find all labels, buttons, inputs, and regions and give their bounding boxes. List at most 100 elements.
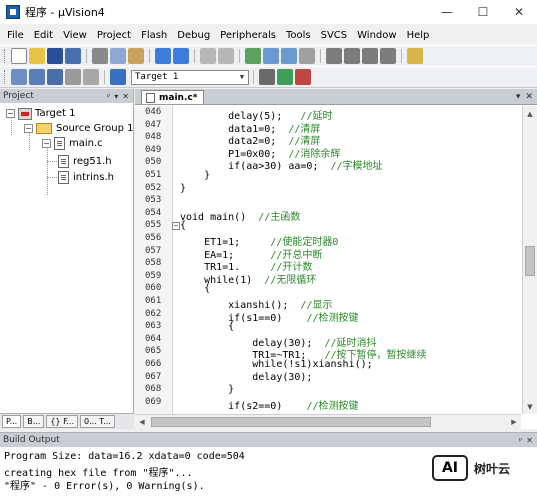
batch-build-icon[interactable] xyxy=(65,69,81,85)
tab-templates[interactable]: 0... T... xyxy=(80,415,115,428)
collapse-icon[interactable]: − xyxy=(6,109,15,118)
tree-item-source-group[interactable]: − Source Group 1 xyxy=(24,121,134,136)
redo-icon[interactable] xyxy=(173,48,189,64)
code-line[interactable]: 051 } xyxy=(135,170,521,183)
panel-pin-icon[interactable]: ᵖ xyxy=(107,92,110,101)
manage-components-icon[interactable] xyxy=(277,69,293,85)
menu-svcs[interactable]: SVCS xyxy=(316,30,353,41)
code-line[interactable]: 067 delay(30); xyxy=(135,372,521,385)
horizontal-scrollbar[interactable]: ◀ ▶ xyxy=(135,414,521,429)
close-button[interactable]: ✕ xyxy=(501,0,537,24)
translate-icon[interactable] xyxy=(11,69,27,85)
code-line[interactable]: 054 void main() //主函数 xyxy=(135,208,521,223)
save-icon[interactable] xyxy=(47,48,63,64)
rebuild-icon[interactable] xyxy=(47,69,63,85)
scroll-left-icon[interactable]: ◀ xyxy=(135,418,149,426)
code-line[interactable]: 049 P1=0x00; //消除余辉 xyxy=(135,145,521,160)
menu-file[interactable]: File xyxy=(2,30,29,41)
bookmark-icon[interactable] xyxy=(245,48,261,64)
code-line[interactable]: 069 if(s2==0) //检测按键 xyxy=(135,397,521,412)
indent-icon[interactable] xyxy=(326,48,342,64)
code-line[interactable]: 068 } xyxy=(135,384,521,397)
find-in-files-icon[interactable] xyxy=(407,48,423,64)
collapse-icon[interactable]: − xyxy=(42,139,51,148)
code-line[interactable]: 048 data2=0; //清屏 xyxy=(135,132,521,147)
code-line[interactable]: 056 ET1=1; //使能定时器0 xyxy=(135,233,521,248)
code-line[interactable]: 059 while(1) //无限循环 xyxy=(135,271,521,286)
cut-icon[interactable] xyxy=(92,48,108,64)
comment-icon[interactable] xyxy=(362,48,378,64)
code-line[interactable]: 053 xyxy=(135,195,521,208)
code-line[interactable]: 055 −{ xyxy=(135,220,521,233)
paste-icon[interactable] xyxy=(128,48,144,64)
code-text-area[interactable]: 046 delay(5); //延时 047 data1=0; //清屏 048 d… xyxy=(135,106,521,414)
menu-help[interactable]: Help xyxy=(402,30,435,41)
code-line[interactable]: 066 while(!s1)xianshi(); xyxy=(135,359,521,372)
code-line[interactable]: 061 xianshi(); //显示 xyxy=(135,296,521,311)
select-device-icon[interactable] xyxy=(295,69,311,85)
code-line[interactable]: 058 TR1=1. //开计数 xyxy=(135,258,521,273)
tab-functions[interactable]: {} F... xyxy=(46,415,79,428)
code-line[interactable]: 060 { xyxy=(135,283,521,296)
code-line[interactable]: 057 EA=1; //开总中断 xyxy=(135,246,521,261)
minimize-button[interactable]: — xyxy=(429,0,465,24)
navigate-back-icon[interactable] xyxy=(200,48,216,64)
open-folder-icon[interactable] xyxy=(29,48,45,64)
code-line[interactable]: 062 if(s1==0) //检测按键 xyxy=(135,309,521,324)
tree-item-intrins-h[interactable]: intrins.h xyxy=(58,170,114,185)
panel-pin-icon[interactable]: ᵖ xyxy=(519,436,522,445)
chevron-down-icon[interactable]: ▼ xyxy=(236,71,248,84)
scrollbar-thumb[interactable] xyxy=(151,417,431,427)
scroll-up-icon[interactable]: ▲ xyxy=(523,106,537,121)
code-line[interactable]: 064 delay(30); //延时消抖 xyxy=(135,334,521,349)
scrollbar-thumb[interactable] xyxy=(525,246,535,276)
new-file-icon[interactable] xyxy=(11,48,27,64)
fold-toggle-icon[interactable]: − xyxy=(172,222,180,231)
panel-menu-icon[interactable]: ▾ xyxy=(114,92,118,101)
tree-item-target[interactable]: − Target 1 xyxy=(6,106,75,121)
clear-bookmarks-icon[interactable] xyxy=(299,48,315,64)
stop-build-icon[interactable] xyxy=(83,69,99,85)
menu-flash[interactable]: Flash xyxy=(136,30,172,41)
undo-icon[interactable] xyxy=(155,48,171,64)
panel-close-icon[interactable]: ✕ xyxy=(122,92,129,101)
maximize-button[interactable]: ☐ xyxy=(465,0,501,24)
tree-item-reg51-h[interactable]: reg51.h xyxy=(58,154,112,169)
menu-window[interactable]: Window xyxy=(352,30,401,41)
toolbar-grip[interactable] xyxy=(4,70,7,84)
target-options-icon[interactable] xyxy=(259,69,275,85)
code-line[interactable]: 046 delay(5); //延时 xyxy=(135,107,521,122)
collapse-icon[interactable]: − xyxy=(24,124,33,133)
download-icon[interactable] xyxy=(110,69,126,85)
prev-bookmark-icon[interactable] xyxy=(263,48,279,64)
save-all-icon[interactable] xyxy=(65,48,81,64)
menu-peripherals[interactable]: Peripherals xyxy=(215,30,281,41)
tab-close-icon[interactable]: ✕ xyxy=(525,92,533,102)
code-line[interactable]: 063 { xyxy=(135,321,521,334)
panel-close-icon[interactable]: ✕ xyxy=(526,436,533,445)
code-line[interactable]: 047 data1=0; //清屏 xyxy=(135,120,521,135)
menu-edit[interactable]: Edit xyxy=(29,30,58,41)
tab-books[interactable]: B... xyxy=(23,415,45,428)
toolbar-grip[interactable] xyxy=(4,49,7,63)
scroll-right-icon[interactable]: ▶ xyxy=(507,418,521,426)
editor-tab-main-c[interactable]: main.c* xyxy=(141,90,205,104)
menu-debug[interactable]: Debug xyxy=(172,30,215,41)
menu-tools[interactable]: Tools xyxy=(281,30,316,41)
menu-view[interactable]: View xyxy=(58,30,92,41)
uncomment-icon[interactable] xyxy=(380,48,396,64)
navigate-forward-icon[interactable] xyxy=(218,48,234,64)
next-bookmark-icon[interactable] xyxy=(281,48,297,64)
code-line[interactable]: 052} xyxy=(135,183,521,196)
tab-project[interactable]: P... xyxy=(2,415,22,428)
target-select[interactable]: Target 1 ▼ xyxy=(131,69,249,85)
build-icon[interactable] xyxy=(29,69,45,85)
code-line[interactable]: 050 if(aa>30) aa=0; //字模地址 xyxy=(135,157,521,172)
tree-item-main-c[interactable]: − main.c xyxy=(42,136,103,151)
tab-list-icon[interactable]: ▾ xyxy=(516,92,521,102)
copy-icon[interactable] xyxy=(110,48,126,64)
unindent-icon[interactable] xyxy=(344,48,360,64)
vertical-scrollbar[interactable]: ▲ ▼ xyxy=(522,106,537,414)
scroll-down-icon[interactable]: ▼ xyxy=(523,399,537,414)
menu-project[interactable]: Project xyxy=(92,30,136,41)
